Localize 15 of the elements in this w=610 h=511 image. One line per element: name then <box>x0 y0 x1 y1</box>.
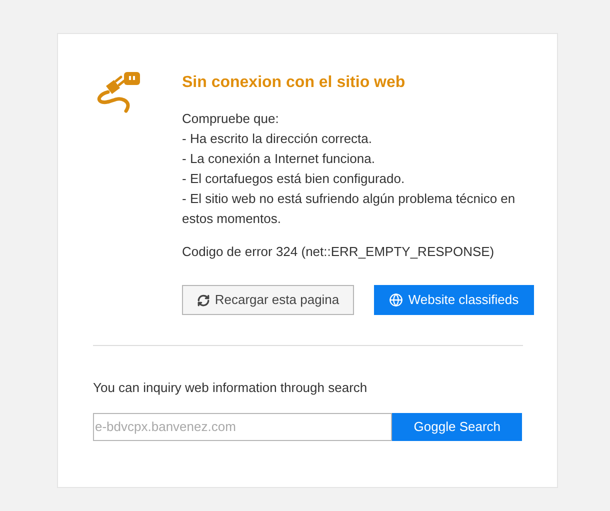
error-title: Sin conexion con el sitio web <box>182 73 406 93</box>
intro-text: Compruebe que: <box>182 110 280 128</box>
search-field[interactable]: e-bdvcpx.banvenez.com <box>93 412 392 440</box>
refresh-icon <box>196 294 210 306</box>
plug-icon <box>96 72 142 114</box>
check-item: - La conexión a Internet funciona. <box>182 150 376 168</box>
check-item: - Ha escrito la dirección correcta. <box>182 130 374 148</box>
check-item: - El cortafuegos está bien configurado. <box>182 170 406 188</box>
globe-icon <box>389 293 404 307</box>
check-item: - El sitio web no está sufriendo algún problema técnico en estos momentos. <box>182 190 516 228</box>
reload-button[interactable]: Recargar esta pagina <box>182 285 354 315</box>
search-label: You can inquiry web information through search <box>93 379 368 397</box>
error-code: Codigo de error 324 (net::ERR_EMPTY_RESPONSE) <box>182 243 496 261</box>
search-button[interactable]: Goggle Search <box>392 412 522 440</box>
classifieds-button[interactable]: Website classifieds <box>374 285 534 315</box>
